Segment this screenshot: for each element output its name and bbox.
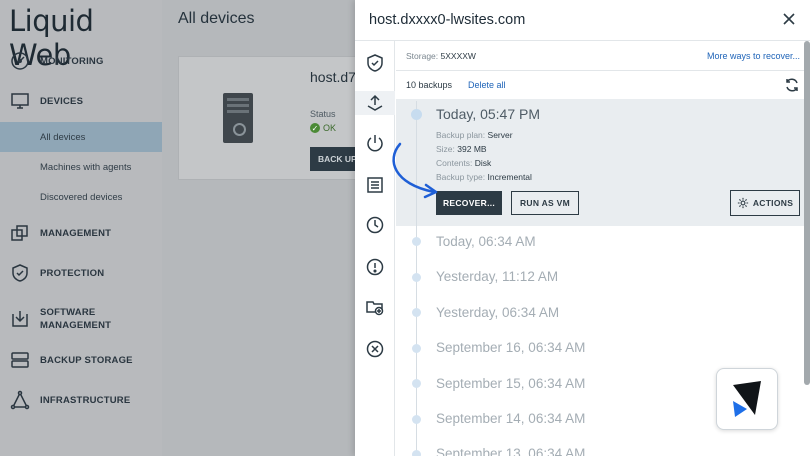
delete-all-link[interactable]: Delete all: [468, 80, 506, 90]
run-as-vm-button[interactable]: RUN AS VM: [511, 191, 579, 215]
backup-entry[interactable]: Today, 06:34 AM: [436, 234, 536, 249]
sidebar-subitem-discovered-devices[interactable]: Discovered devices: [0, 182, 162, 212]
folder-add-icon: [366, 301, 384, 316]
sidebar-item-software-management[interactable]: SOFTWARE MANAGEMENT: [0, 306, 162, 332]
server-image: [223, 93, 253, 143]
timeline-dot: [411, 109, 422, 120]
actions-button[interactable]: ACTIONS: [730, 190, 800, 216]
refresh-icon[interactable]: [784, 77, 800, 93]
sidebar-item-backup-storage[interactable]: BACKUP STORAGE: [0, 350, 162, 370]
sidebar-item-infrastructure[interactable]: INFRASTRUCTURE: [0, 390, 162, 410]
sidebar-item-label: MANAGEMENT: [40, 227, 112, 239]
timeline-dot: [412, 273, 421, 282]
device-status-value: OK: [323, 123, 337, 133]
backup-size-value: 392 MB: [457, 144, 487, 154]
shield-check-icon: [10, 263, 30, 283]
timeline-dot: [412, 415, 421, 424]
sidebar-item-label: INFRASTRUCTURE: [40, 394, 131, 406]
backup-entry[interactable]: September 16, 06:34 AM: [436, 340, 585, 355]
storage-row: Storage: 5XXXXW More ways to recover...: [396, 41, 810, 71]
backup-entry[interactable]: Yesterday, 11:12 AM: [436, 269, 558, 284]
timeline-dot: [412, 237, 421, 246]
gauge-icon: [10, 51, 30, 71]
close-circle-icon: [366, 340, 384, 358]
device-status: ✓ OK: [310, 123, 336, 133]
backup-time: Today, 05:47 PM: [436, 106, 541, 122]
software-download-icon: [10, 309, 30, 329]
timeline-dot: [412, 450, 421, 456]
backup-type-value: Incremental: [487, 172, 532, 182]
check-circle-icon: ✓: [310, 123, 320, 133]
clock-icon: [366, 216, 384, 234]
recovery-icon: [367, 94, 383, 111]
recovery-tab[interactable]: [355, 91, 395, 115]
backups-count: 10 backups: [406, 80, 453, 90]
remove-tab[interactable]: [363, 337, 387, 361]
brand-logo-icon: [733, 381, 761, 417]
gear-icon: [737, 197, 748, 209]
sidebar-item-label: MONITORING: [40, 55, 104, 67]
monitor-icon: [10, 91, 30, 111]
sidebar-item-label: PROTECTION: [40, 267, 105, 279]
device-host-name: host.d7: [310, 69, 356, 85]
selected-backup[interactable]: Today, 05:47 PM Backup plan: Server Size…: [396, 99, 810, 226]
infrastructure-icon: [10, 390, 30, 410]
backup-contents-value: Disk: [474, 158, 492, 168]
storage-label: Storage: 5XXXXW: [406, 51, 476, 61]
storage-label-text: Storage:: [406, 51, 439, 61]
annotation-arrow: [392, 142, 438, 199]
backup-entry[interactable]: September 15, 06:34 AM: [436, 376, 585, 391]
backup-plan-value: Server: [487, 130, 513, 140]
backup-plan: Backup plan: Server: [436, 130, 513, 140]
panel-title: host.dxxxx0-lwsites.com: [369, 12, 526, 28]
sidebar-item-management[interactable]: MANAGEMENT: [0, 223, 162, 243]
brand-badge: [716, 368, 778, 430]
timeline-dot: [412, 344, 421, 353]
shield-check-icon: [367, 54, 383, 72]
sidebar-subitem-machines-with-agents[interactable]: Machines with agents: [0, 152, 162, 182]
actions-label: ACTIONS: [752, 198, 794, 208]
scrollbar[interactable]: [804, 41, 810, 385]
sidebar-item-label: DEVICES: [40, 95, 84, 107]
backup-entry[interactable]: September 14, 06:34 AM: [436, 411, 585, 426]
sidebar-subitem-all-devices[interactable]: All devices: [0, 122, 162, 152]
more-ways-to-recover-link[interactable]: More ways to recover...: [707, 51, 800, 61]
backup-plan-label: Backup plan:: [436, 130, 486, 140]
sidebar: Liquid Web MONITORING DEVICES All device…: [0, 0, 162, 456]
sidebar-item-devices[interactable]: DEVICES: [0, 91, 162, 111]
management-icon: [10, 223, 30, 243]
device-status-label: Status: [310, 109, 336, 119]
backups-toolbar: 10 backups Delete all: [396, 71, 810, 99]
panel-icon-rail: [355, 41, 395, 456]
protection-tab[interactable]: [363, 51, 387, 75]
device-card[interactable]: host.d7 Status ✓ OK BACK UP: [178, 56, 378, 180]
sidebar-item-label: BACKUP STORAGE: [40, 354, 133, 366]
storage-value: 5XXXXW: [440, 51, 476, 61]
add-folder-tab[interactable]: [363, 295, 387, 319]
timeline-dot: [412, 379, 421, 388]
page-title: All devices: [178, 10, 255, 27]
backup-entry[interactable]: September 13, 06:34 AM: [436, 446, 585, 456]
backup-type: Backup type: Incremental: [436, 172, 532, 182]
alert-icon: [366, 258, 384, 276]
sidebar-item-label: SOFTWARE MANAGEMENT: [40, 307, 112, 331]
timeline-dot: [412, 308, 421, 317]
storage-icon: [10, 350, 30, 370]
sidebar-item-protection[interactable]: PROTECTION: [0, 263, 162, 283]
alerts-tab[interactable]: [363, 255, 387, 279]
sidebar-item-monitoring[interactable]: MONITORING: [0, 51, 162, 71]
close-icon[interactable]: [782, 12, 796, 26]
history-tab[interactable]: [363, 213, 387, 237]
backup-entry[interactable]: Yesterday, 06:34 AM: [436, 305, 559, 320]
